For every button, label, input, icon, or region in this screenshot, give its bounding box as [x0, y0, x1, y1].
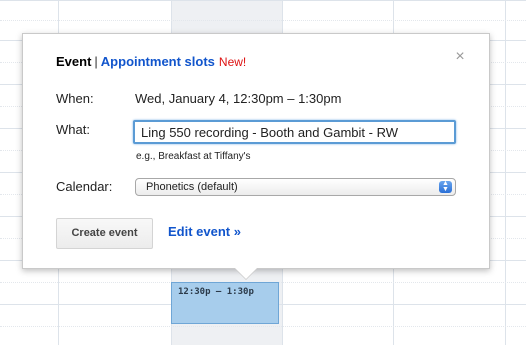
calendar-select-value: Phonetics (default)	[146, 181, 238, 193]
calendar-label: Calendar:	[56, 179, 113, 194]
new-event-block[interactable]: 12:30p – 1:30p	[171, 282, 279, 324]
quick-add-event-popup: Event | Appointment slots New! × When: Wed,…	[22, 33, 490, 269]
select-arrows-icon: ▲ ▼	[439, 180, 452, 193]
what-label: What:	[56, 122, 90, 137]
tab-separator: |	[94, 54, 98, 69]
grid-row-line	[0, 0, 526, 1]
tab-appointment-slots[interactable]: Appointment slots	[101, 54, 215, 69]
close-icon[interactable]: ×	[453, 49, 467, 65]
when-value: Wed, January 4, 12:30pm – 1:30pm	[135, 91, 342, 106]
when-label: When:	[56, 91, 94, 106]
what-input[interactable]	[133, 120, 456, 144]
popup-tabs: Event | Appointment slots New!	[56, 54, 246, 69]
create-event-button[interactable]: Create event	[56, 218, 153, 249]
edit-event-link[interactable]: Edit event »	[168, 224, 241, 239]
what-hint: e.g., Breakfast at Tiffany's	[136, 151, 251, 162]
new-badge: New!	[218, 55, 247, 69]
grid-row-line	[0, 326, 526, 327]
calendar-select[interactable]: Phonetics (default) ▲ ▼	[135, 178, 456, 196]
tab-event[interactable]: Event	[56, 54, 91, 69]
grid-row-line	[0, 20, 526, 21]
popup-pointer	[235, 268, 257, 279]
event-block-time: 12:30p – 1:30p	[178, 287, 254, 297]
